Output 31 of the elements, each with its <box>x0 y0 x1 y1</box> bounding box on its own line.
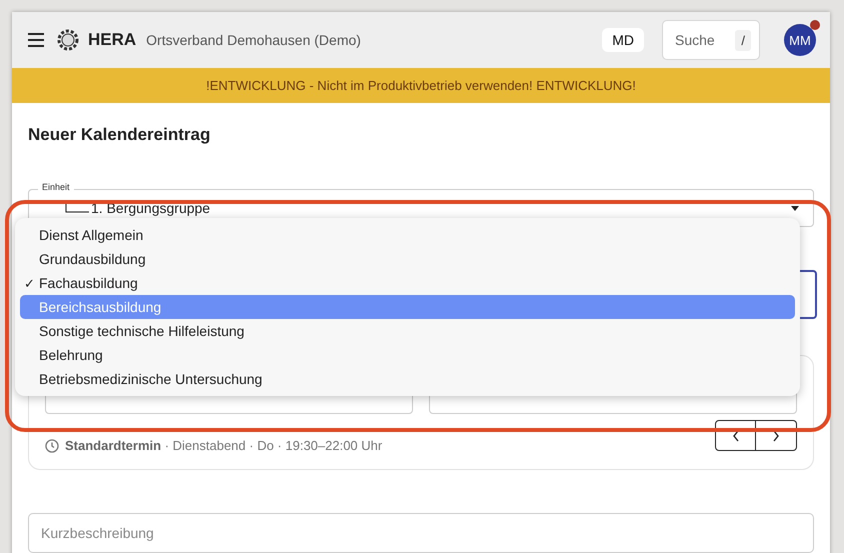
menu-icon[interactable] <box>28 33 44 47</box>
page-title: Neuer Kalendereintrag <box>28 125 212 145</box>
menu-item-label: Bereichsausbildung <box>39 299 162 315</box>
clock-icon <box>45 438 59 452</box>
menu-item-label: Fachausbildung <box>39 275 138 291</box>
gear-logo-icon <box>56 28 80 52</box>
menu-item-label: Belehrung <box>39 347 103 363</box>
short-description-field[interactable]: Kurzbeschreibung <box>28 513 814 553</box>
menu-item[interactable]: Belehrung <box>20 343 795 367</box>
search-field[interactable]: Suche / <box>662 20 760 60</box>
menu-item[interactable]: Sonstige technische Hilfeleistung <box>20 319 795 343</box>
standard-appointment-text: Standardtermin · Dienstabend · Do · 19:30–22:00 Uhr <box>65 438 382 453</box>
chevron-right-icon <box>772 430 780 442</box>
organization-name: Ortsverband Demohausen (Demo) <box>146 32 361 48</box>
tree-branch-icon <box>65 203 89 213</box>
menu-item-label: Dienst Allgemein <box>39 227 144 243</box>
select-value: 1. Bergungsgruppe <box>91 200 210 216</box>
app-logo: HERA <box>88 30 136 50</box>
caret-icon <box>791 206 799 210</box>
menu-item-label: Grundausbildung <box>39 251 146 267</box>
checkmark-icon: ✓ <box>24 276 35 290</box>
menu-item[interactable]: ✓ Fachausbildung <box>20 271 795 295</box>
menu-item-label: Betriebsmedizinische Untersuchung <box>39 371 262 387</box>
environment-banner: !ENTWICKLUNG - Nicht im Produktivbetrieb verwenden! ENTWICKLUNG! <box>12 68 830 103</box>
field-label: Einheit <box>38 182 74 192</box>
menu-item-label: Sonstige technische Hilfeleistung <box>39 323 244 339</box>
shortcut-key: / <box>735 30 751 50</box>
menu-item[interactable]: Betriebsmedizinische Untersuchung <box>20 367 795 391</box>
chevron-left-icon <box>732 430 740 442</box>
unit-badge[interactable]: MD <box>602 28 644 52</box>
menu-item[interactable]: Grundausbildung <box>20 247 795 271</box>
